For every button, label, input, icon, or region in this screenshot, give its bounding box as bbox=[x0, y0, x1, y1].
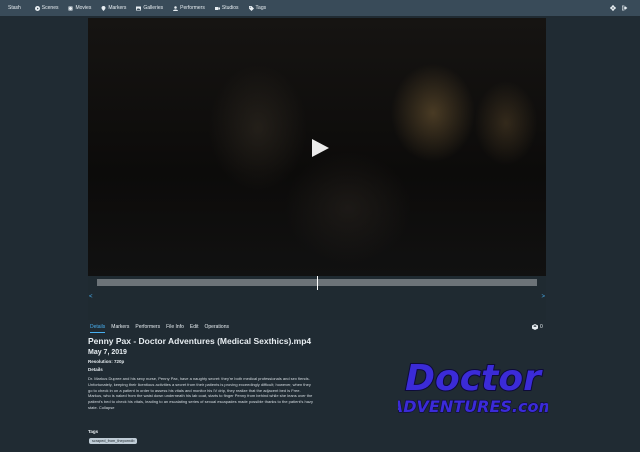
nav-item-markers[interactable]: Markers bbox=[101, 5, 126, 11]
video-icon bbox=[214, 6, 220, 10]
scene-date: May 7, 2019 bbox=[88, 349, 127, 356]
scene-resolution: Resolution: 720p bbox=[88, 359, 125, 364]
nav-menu: Scenes Movies Markers Galleries Performe… bbox=[34, 5, 267, 11]
studio-logo-line2: ADVENTURES.com bbox=[398, 397, 548, 416]
map-marker-icon bbox=[101, 5, 106, 11]
nav-item-label: Movies bbox=[75, 5, 92, 11]
play-icon bbox=[312, 139, 329, 157]
box-icon bbox=[532, 324, 538, 330]
gear-icon[interactable] bbox=[610, 5, 616, 11]
tab-operations[interactable]: Operations bbox=[205, 324, 229, 333]
studio-logo-image: Doctor ADVENTURES.com bbox=[388, 357, 555, 417]
details-heading: Details bbox=[88, 367, 103, 372]
nav-item-label: Scenes bbox=[41, 5, 59, 11]
brand-link[interactable]: Stash bbox=[8, 5, 21, 11]
nav-item-label: Tags bbox=[255, 5, 267, 11]
scene-title: Penny Pax - Doctor Adventures (Medical S… bbox=[88, 336, 312, 346]
nav-actions bbox=[610, 5, 628, 11]
scrubber-right-button[interactable]: > bbox=[541, 294, 545, 300]
nav-item-label: Markers bbox=[108, 5, 127, 11]
scene-scrubber[interactable]: < > bbox=[88, 276, 546, 320]
scene-details-text: Dr. Markus Dupree and his sexy nurse, Pe… bbox=[88, 376, 313, 410]
film-icon bbox=[68, 6, 73, 10]
video-player[interactable] bbox=[88, 18, 546, 276]
nav-item-scenes[interactable]: Scenes bbox=[34, 5, 59, 11]
organized-count: 0 bbox=[540, 324, 543, 330]
nav-item-movies[interactable]: Movies bbox=[68, 5, 91, 11]
tags-heading: Tags bbox=[88, 429, 99, 434]
scrubber-position-indicator[interactable] bbox=[317, 276, 318, 290]
scrubber-left-button[interactable]: < bbox=[89, 294, 93, 300]
tab-file-info[interactable]: File Info bbox=[166, 324, 184, 333]
image-icon bbox=[136, 6, 142, 10]
tag-icon bbox=[248, 5, 254, 11]
studio-logo[interactable]: Doctor ADVENTURES.com bbox=[388, 354, 555, 420]
nav-item-galleries[interactable]: Galleries bbox=[136, 5, 163, 11]
navbar: Stash Scenes Movies Markers Galleries Pe… bbox=[0, 0, 640, 16]
tab-edit[interactable]: Edit bbox=[190, 324, 199, 333]
nav-item-label: Performers bbox=[180, 5, 205, 11]
nav-item-performers[interactable]: Performers bbox=[173, 5, 205, 11]
tag-badge[interactable]: scraped_from_theporndb bbox=[89, 438, 138, 444]
tab-performers[interactable]: Performers bbox=[135, 324, 160, 333]
play-circle-icon bbox=[34, 5, 40, 11]
studio-logo-line1: Doctor bbox=[405, 358, 543, 399]
play-button[interactable] bbox=[310, 138, 330, 158]
scene-tabs: Details Markers Performers File Info Edi… bbox=[90, 324, 229, 333]
organized-button[interactable]: 0 bbox=[532, 324, 543, 330]
nav-item-studios[interactable]: Studios bbox=[214, 5, 239, 11]
tab-details[interactable]: Details bbox=[90, 324, 106, 333]
nav-item-tags[interactable]: Tags bbox=[248, 5, 267, 11]
nav-item-label: Studios bbox=[221, 5, 239, 11]
tab-markers[interactable]: Markers bbox=[111, 324, 129, 333]
sign-out-icon[interactable] bbox=[622, 5, 628, 11]
nav-item-label: Galleries bbox=[143, 5, 164, 11]
user-icon bbox=[173, 5, 179, 11]
